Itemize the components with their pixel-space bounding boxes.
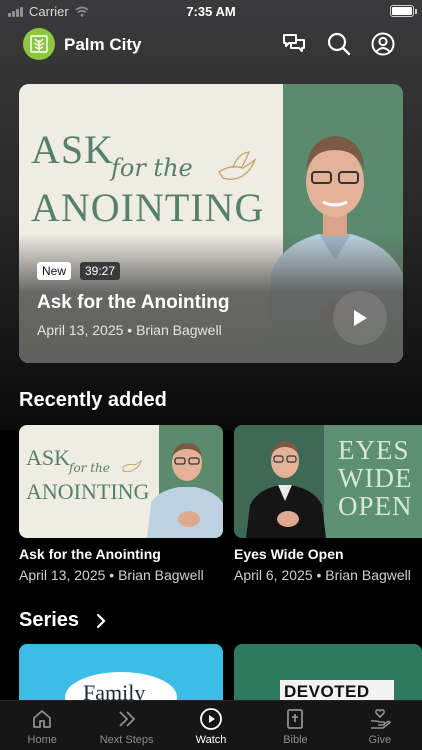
thumb-art-line3: OPEN <box>338 491 413 521</box>
tab-give[interactable]: Give <box>338 701 422 750</box>
play-button[interactable] <box>333 291 387 345</box>
thumb-art-top: ASK <box>26 445 71 470</box>
tab-bar: Home Next Steps Watch Bible Give <box>0 700 422 750</box>
play-icon <box>354 310 367 326</box>
duration-badge: 39:27 <box>80 262 121 280</box>
logo-icon[interactable] <box>23 28 55 60</box>
give-icon <box>370 709 391 729</box>
tab-home[interactable]: Home <box>0 701 84 750</box>
home-icon <box>33 710 52 728</box>
thumb-art-line2: WIDE <box>338 463 413 493</box>
recent-title-1[interactable]: Ask for the Anointing <box>19 546 161 562</box>
tab-label-home: Home <box>27 734 57 746</box>
art-title-script: for the <box>111 154 193 182</box>
tab-bible[interactable]: Bible <box>253 701 337 750</box>
recent-meta-2: April 6, 2025 • Brian Bagwell <box>234 567 411 583</box>
thumb-art-line1: EYES <box>338 435 410 465</box>
hero-title: Ask for the Anointing <box>37 292 230 313</box>
series-label-devoted: DEVOTED <box>284 682 370 701</box>
new-badge: New <box>37 262 72 280</box>
battery-icon <box>390 5 417 17</box>
series-heading[interactable]: Series <box>19 609 79 632</box>
art-title-top: ASK <box>31 127 115 172</box>
recently-added-heading: Recently added <box>19 389 167 411</box>
hero-meta: April 13, 2025 • Brian Bagwell <box>37 322 222 338</box>
play-circle-icon <box>200 708 222 730</box>
app-header: Palm City <box>0 22 422 66</box>
recent-title-2[interactable]: Eyes Wide Open <box>234 546 344 562</box>
featured-video-card[interactable]: ASK for the ANOINTING New 39:27 Ask for … <box>19 84 403 363</box>
tab-label-bible: Bible <box>283 734 308 746</box>
bible-icon <box>287 709 304 729</box>
thumb-art-script: for the <box>69 461 110 475</box>
status-time: 7:35 AM <box>186 4 236 19</box>
app-title: Palm City <box>64 35 142 54</box>
profile-icon[interactable] <box>370 31 396 57</box>
tab-label-watch: Watch <box>195 734 227 746</box>
thumb-art-bottom: ANOINTING <box>26 479 150 504</box>
recent-thumb-anointing[interactable]: ASK for the ANOINTING <box>19 425 223 538</box>
recent-thumb-eyes-wide-open[interactable]: EYES WIDE OPEN <box>234 425 422 538</box>
search-icon[interactable] <box>326 31 352 57</box>
chat-icon[interactable] <box>281 31 307 57</box>
tab-label-next-steps: Next Steps <box>99 734 154 746</box>
series-tile-family[interactable]: Family <box>19 644 223 704</box>
chevrons-icon <box>118 711 135 727</box>
chevron-right-icon[interactable] <box>95 613 107 629</box>
tab-label-give: Give <box>368 734 392 746</box>
status-bar: Carrier 7:35 AM <box>0 0 422 22</box>
tab-watch[interactable]: Watch <box>169 701 253 750</box>
art-title-bottom: ANOINTING <box>31 185 265 230</box>
recent-meta-1: April 13, 2025 • Brian Bagwell <box>19 567 204 583</box>
series-tile-devoted[interactable]: DEVOTED <box>234 644 422 704</box>
tab-next-steps[interactable]: Next Steps <box>84 701 168 750</box>
